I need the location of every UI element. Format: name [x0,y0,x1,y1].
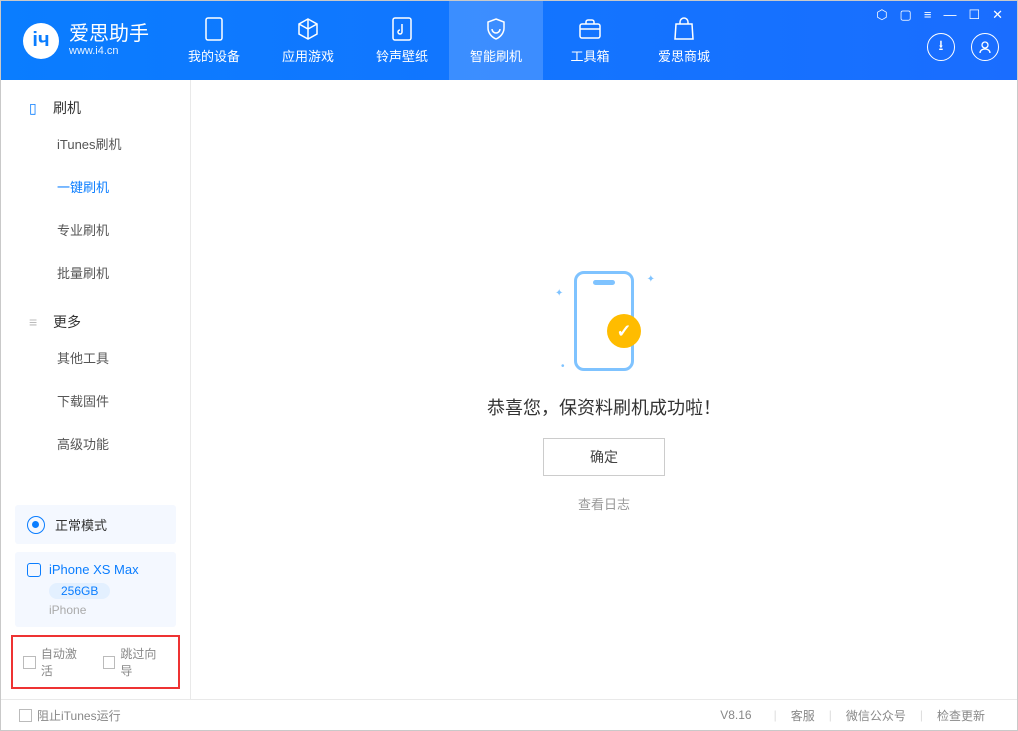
minimize-button[interactable]: ― [943,7,956,23]
checkbox-icon [19,709,32,722]
sparkle-icon: ✦ [555,288,563,299]
mode-indicator-icon [27,516,45,534]
device-type: iPhone [49,603,164,617]
sidebar-item-other-tools[interactable]: 其他工具 [1,336,190,379]
logo-icon: iч [23,23,59,59]
checkbox-icon [103,656,116,669]
footer-link-support[interactable]: 客服 [791,707,815,724]
nav-toolbox[interactable]: 工具箱 [543,1,637,80]
feedback-icon[interactable]: ▢ [900,7,912,23]
device-icon: ▯ [29,100,43,117]
close-button[interactable]: ✕ [992,7,1003,23]
window-controls: ⬡ ▢ ≡ ― ☐ ✕ ⭳ [876,1,1017,80]
logo-title: 爱思助手 [69,23,149,45]
checkbox-block-itunes[interactable]: 阻止iTunes运行 [19,707,121,724]
success-illustration: ✦ ✦ • ✓ [559,266,649,376]
music-file-icon [390,17,414,41]
sidebar-section-more: ≡ 更多 [1,294,190,336]
footer: 阻止iTunes运行 V8.16 | 客服 | 微信公众号 | 检查更新 [1,699,1017,730]
checks-highlight-box: 自动激活 跳过向导 [11,635,180,689]
sidebar-section-flash: ▯ 刷机 [1,80,190,122]
logo-subtitle: www.i4.cn [69,45,149,57]
success-message: 恭喜您，保资料刷机成功啦！ [487,394,721,420]
sidebar: ▯ 刷机 iTunes刷机 一键刷机 专业刷机 批量刷机 ≡ 更多 其他工具 下… [1,80,191,699]
view-log-link[interactable]: 查看日志 [578,494,630,513]
sidebar-item-itunes-flash[interactable]: iTunes刷机 [1,122,190,165]
phone-small-icon [27,563,41,577]
main-nav: 我的设备 应用游戏 铃声壁纸 智能刷机 工具箱 爱思商城 [167,1,731,80]
nav-my-device[interactable]: 我的设备 [167,1,261,80]
bag-icon [672,17,696,41]
sidebar-item-download-firmware[interactable]: 下载固件 [1,379,190,422]
footer-link-wechat[interactable]: 微信公众号 [846,707,906,724]
checkbox-auto-activate[interactable]: 自动激活 [23,645,89,679]
checkmark-badge-icon: ✓ [607,314,641,348]
logo-area: iч 爱思助手 www.i4.cn [1,23,167,59]
mode-card[interactable]: 正常模式 [15,505,176,544]
list-icon: ≡ [29,314,43,330]
cube-icon [296,17,320,41]
footer-link-update[interactable]: 检查更新 [937,707,985,724]
checkbox-icon [23,656,36,669]
sidebar-item-batch-flash[interactable]: 批量刷机 [1,251,190,294]
main-content: ✦ ✦ • ✓ 恭喜您，保资料刷机成功啦！ 确定 查看日志 [191,80,1017,699]
storage-badge: 256GB [49,583,110,599]
nav-apps-games[interactable]: 应用游戏 [261,1,355,80]
sidebar-item-pro-flash[interactable]: 专业刷机 [1,208,190,251]
toolbox-icon [578,17,602,41]
mode-label: 正常模式 [55,515,107,534]
user-button[interactable] [971,33,999,61]
version-label: V8.16 [720,708,751,722]
tshirt-icon[interactable]: ⬡ [876,7,887,23]
sidebar-item-oneclick-flash[interactable]: 一键刷机 [1,165,190,208]
ok-button[interactable]: 确定 [543,438,665,476]
header: iч 爱思助手 www.i4.cn 我的设备 应用游戏 铃声壁纸 智能刷机 工具… [1,1,1017,80]
sidebar-item-advanced[interactable]: 高级功能 [1,422,190,465]
device-name: iPhone XS Max [49,562,139,577]
sparkle-icon: • [561,361,565,372]
download-button[interactable]: ⭳ [927,33,955,61]
nav-store[interactable]: 爱思商城 [637,1,731,80]
nav-smart-flash[interactable]: 智能刷机 [449,1,543,80]
device-card[interactable]: iPhone XS Max 256GB iPhone [15,552,176,627]
checkbox-skip-wizard[interactable]: 跳过向导 [103,645,169,679]
refresh-shield-icon [484,17,508,41]
phone-icon [202,17,226,41]
sparkle-icon: ✦ [647,274,655,285]
nav-ringtone-wallpaper[interactable]: 铃声壁纸 [355,1,449,80]
maximize-button[interactable]: ☐ [968,7,980,23]
menu-icon[interactable]: ≡ [924,7,932,23]
